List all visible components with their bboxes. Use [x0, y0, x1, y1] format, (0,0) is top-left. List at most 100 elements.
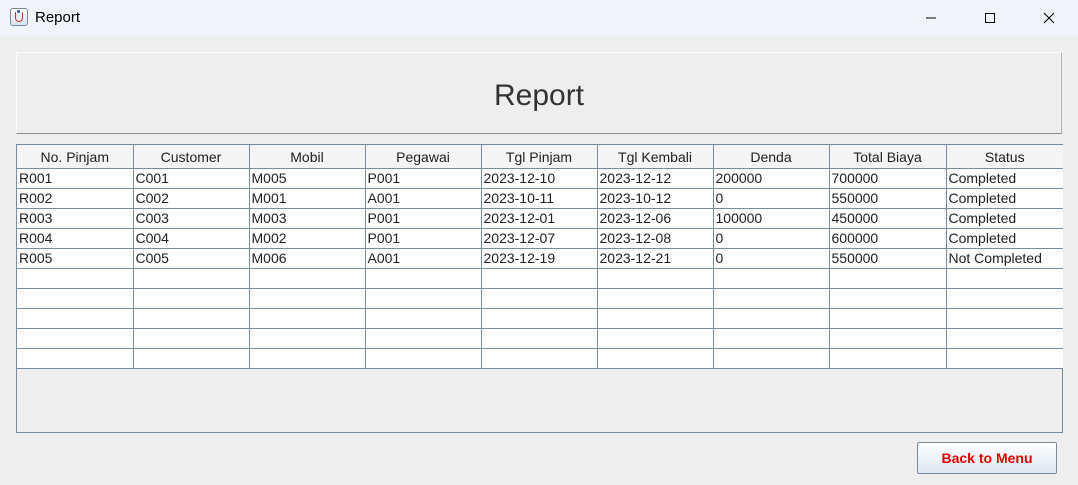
table-cell[interactable]: M003 [248, 208, 366, 229]
table-row[interactable]: R005 C005 M006 A001 2023-12-19 2023-12-2… [17, 248, 1063, 269]
table-cell[interactable]: Completed [945, 208, 1063, 229]
table-cell[interactable]: A001 [364, 248, 482, 269]
table-cell[interactable]: 2023-12-12 [596, 168, 714, 189]
table-row[interactable]: R002 C002 M001 A001 2023-10-11 2023-10-1… [17, 188, 1063, 209]
table-cell[interactable]: 550000 [828, 188, 947, 209]
table-cell[interactable]: 450000 [828, 208, 947, 229]
table-cell[interactable] [596, 308, 714, 329]
empty-table-row[interactable] [17, 268, 1063, 289]
table-row[interactable]: R004 C004 M002 P001 2023-12-07 2023-12-0… [17, 228, 1063, 249]
table-cell[interactable] [480, 308, 598, 329]
column-header-denda[interactable]: Denda [712, 145, 830, 169]
table-cell[interactable] [828, 268, 947, 289]
empty-table-row[interactable] [17, 328, 1063, 349]
column-header-no-pinjam[interactable]: No. Pinjam [17, 145, 134, 169]
table-cell[interactable] [132, 328, 250, 349]
table-cell[interactable]: C005 [132, 248, 250, 269]
table-cell[interactable]: P001 [364, 208, 482, 229]
table-cell[interactable]: C003 [132, 208, 250, 229]
table-cell[interactable] [596, 268, 714, 289]
table-cell[interactable] [364, 348, 482, 369]
table-cell[interactable] [364, 268, 482, 289]
table-cell[interactable]: M001 [248, 188, 366, 209]
column-header-status[interactable]: Status [945, 145, 1063, 169]
table-cell[interactable] [248, 268, 366, 289]
report-table-panel[interactable]: No. Pinjam Customer Mobil Pegawai Tgl Pi… [16, 144, 1063, 433]
table-cell[interactable]: 2023-12-10 [480, 168, 598, 189]
column-header-customer[interactable]: Customer [132, 145, 250, 169]
column-header-mobil[interactable]: Mobil [248, 145, 366, 169]
table-row[interactable]: R003 C003 M003 P001 2023-12-01 2023-12-0… [17, 208, 1063, 229]
table-cell[interactable] [480, 268, 598, 289]
table-cell[interactable]: Completed [945, 168, 1063, 189]
column-header-total-biaya[interactable]: Total Biaya [828, 145, 947, 169]
table-cell[interactable]: 2023-12-08 [596, 228, 714, 249]
table-cell[interactable] [248, 348, 366, 369]
table-cell[interactable] [364, 308, 482, 329]
table-cell[interactable] [17, 288, 134, 309]
table-cell[interactable] [17, 328, 134, 349]
table-cell[interactable] [248, 308, 366, 329]
table-cell[interactable] [132, 308, 250, 329]
table-cell[interactable]: R001 [17, 168, 134, 189]
close-button[interactable] [1020, 0, 1078, 36]
column-header-tgl-pinjam[interactable]: Tgl Pinjam [480, 145, 598, 169]
table-cell[interactable]: P001 [364, 168, 482, 189]
table-cell[interactable] [712, 308, 830, 329]
table-cell[interactable] [480, 328, 598, 349]
empty-table-row[interactable] [17, 348, 1063, 369]
table-cell[interactable]: R003 [17, 208, 134, 229]
table-cell[interactable] [596, 328, 714, 349]
table-cell[interactable]: 2023-12-07 [480, 228, 598, 249]
table-cell[interactable] [364, 288, 482, 309]
table-cell[interactable]: 2023-12-19 [480, 248, 598, 269]
table-cell[interactable]: R004 [17, 228, 134, 249]
table-cell[interactable] [945, 348, 1063, 369]
table-cell[interactable] [17, 348, 134, 369]
table-cell[interactable]: Not Completed [945, 248, 1063, 269]
table-cell[interactable]: 600000 [828, 228, 947, 249]
table-cell[interactable]: 550000 [828, 248, 947, 269]
table-cell[interactable]: M005 [248, 168, 366, 189]
table-cell[interactable] [828, 328, 947, 349]
table-cell[interactable]: A001 [364, 188, 482, 209]
column-header-tgl-kembali[interactable]: Tgl Kembali [596, 145, 714, 169]
table-cell[interactable]: Completed [945, 228, 1063, 249]
table-cell[interactable] [132, 288, 250, 309]
table-cell[interactable]: 0 [712, 188, 830, 209]
table-cell[interactable] [596, 288, 714, 309]
table-cell[interactable]: 2023-10-12 [596, 188, 714, 209]
empty-table-row[interactable] [17, 288, 1063, 309]
table-cell[interactable] [945, 328, 1063, 349]
minimize-button[interactable] [902, 0, 960, 36]
table-cell[interactable] [364, 328, 482, 349]
table-cell[interactable] [945, 288, 1063, 309]
table-cell[interactable] [945, 268, 1063, 289]
table-cell[interactable]: P001 [364, 228, 482, 249]
table-cell[interactable]: M002 [248, 228, 366, 249]
table-cell[interactable]: 2023-12-21 [596, 248, 714, 269]
table-cell[interactable] [480, 348, 598, 369]
empty-table-row[interactable] [17, 308, 1063, 329]
table-cell[interactable]: 2023-12-01 [480, 208, 598, 229]
table-row[interactable]: R001 C001 M005 P001 2023-12-10 2023-12-1… [17, 168, 1063, 189]
table-cell[interactable]: Completed [945, 188, 1063, 209]
table-cell[interactable] [828, 308, 947, 329]
column-header-pegawai[interactable]: Pegawai [364, 145, 482, 169]
table-cell[interactable] [712, 348, 830, 369]
table-cell[interactable]: 700000 [828, 168, 947, 189]
table-cell[interactable]: 100000 [712, 208, 830, 229]
report-table[interactable]: No. Pinjam Customer Mobil Pegawai Tgl Pi… [17, 145, 1063, 369]
table-cell[interactable] [596, 348, 714, 369]
table-cell[interactable] [712, 328, 830, 349]
table-cell[interactable]: 0 [712, 228, 830, 249]
table-cell[interactable] [132, 268, 250, 289]
back-to-menu-button[interactable]: Back to Menu [917, 442, 1057, 474]
table-cell[interactable]: C002 [132, 188, 250, 209]
table-cell[interactable]: 2023-10-11 [480, 188, 598, 209]
table-cell[interactable]: 200000 [712, 168, 830, 189]
table-cell[interactable]: C001 [132, 168, 250, 189]
table-cell[interactable] [17, 268, 134, 289]
table-cell[interactable]: 2023-12-06 [596, 208, 714, 229]
table-cell[interactable]: 0 [712, 248, 830, 269]
